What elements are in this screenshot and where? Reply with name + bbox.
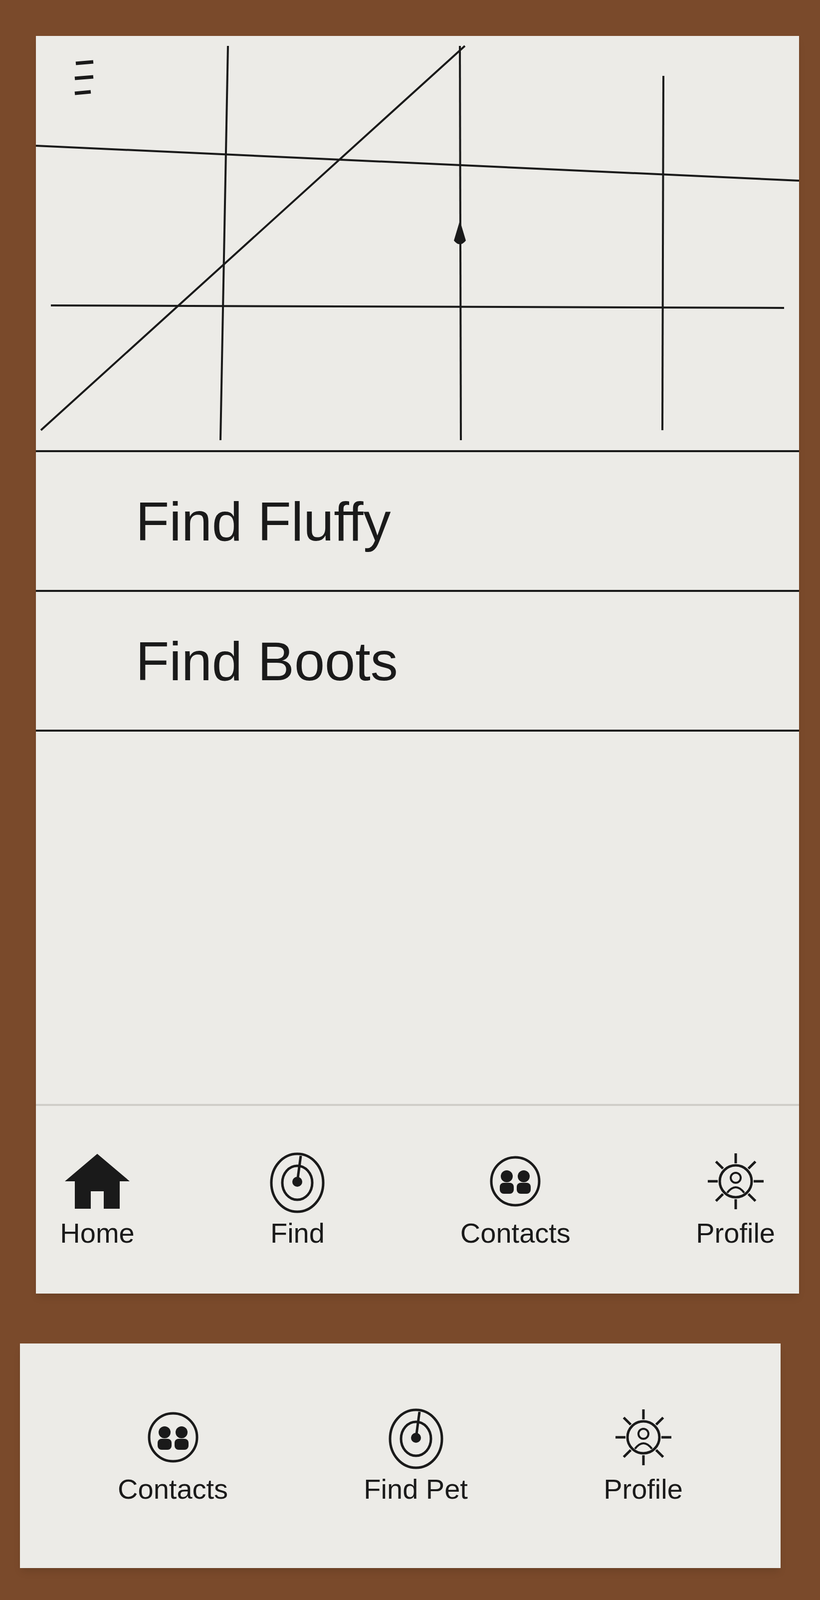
profile-icon	[698, 1148, 774, 1214]
phone-screen: Find Fluffy Find Boots Home Find Contacts Pro…	[35, 35, 800, 1293]
nav-item[interactable]: Contacts	[113, 1404, 232, 1506]
pet-label: Find Fluffy	[135, 479, 392, 563]
target-icon	[259, 1148, 335, 1214]
nav-label: Contacts	[460, 1215, 571, 1250]
nav-label: Profile	[603, 1470, 683, 1506]
menu-icon[interactable]	[70, 55, 101, 101]
nav-label: Home	[59, 1215, 135, 1250]
target-icon	[378, 1404, 454, 1469]
nav-label: Contacts	[117, 1470, 228, 1506]
pet-row[interactable]: Find Fluffy	[35, 451, 800, 592]
nav-item[interactable]: Find	[255, 1148, 339, 1250]
alt-bottom-nav: Contacts Find Pet Profile	[19, 1342, 781, 1568]
page: Find Fluffy Find Boots Home Find Contacts Pro…	[0, 0, 820, 1600]
nav-label: Find Pet	[363, 1470, 468, 1506]
pet-row[interactable]: Find Boots	[35, 591, 800, 732]
home-icon	[59, 1148, 135, 1214]
contacts-icon	[477, 1148, 553, 1214]
nav-item[interactable]: Profile	[599, 1404, 687, 1506]
contacts-icon	[135, 1404, 211, 1469]
nav-label: Find	[270, 1215, 325, 1250]
bottom-nav: Home Find Contacts Profile	[35, 1103, 800, 1293]
nav-item[interactable]: Find Pet	[359, 1404, 472, 1506]
profile-icon	[606, 1404, 681, 1469]
pet-list: Find Fluffy Find Boots	[35, 449, 800, 732]
map-icon	[35, 35, 800, 450]
nav-item[interactable]: Profile	[691, 1148, 780, 1250]
map[interactable]	[35, 35, 800, 450]
nav-label: Profile	[695, 1215, 776, 1250]
pet-label: Find Boots	[135, 619, 399, 702]
nav-item[interactable]: Home	[55, 1148, 139, 1250]
nav-item[interactable]: Contacts	[456, 1148, 575, 1250]
